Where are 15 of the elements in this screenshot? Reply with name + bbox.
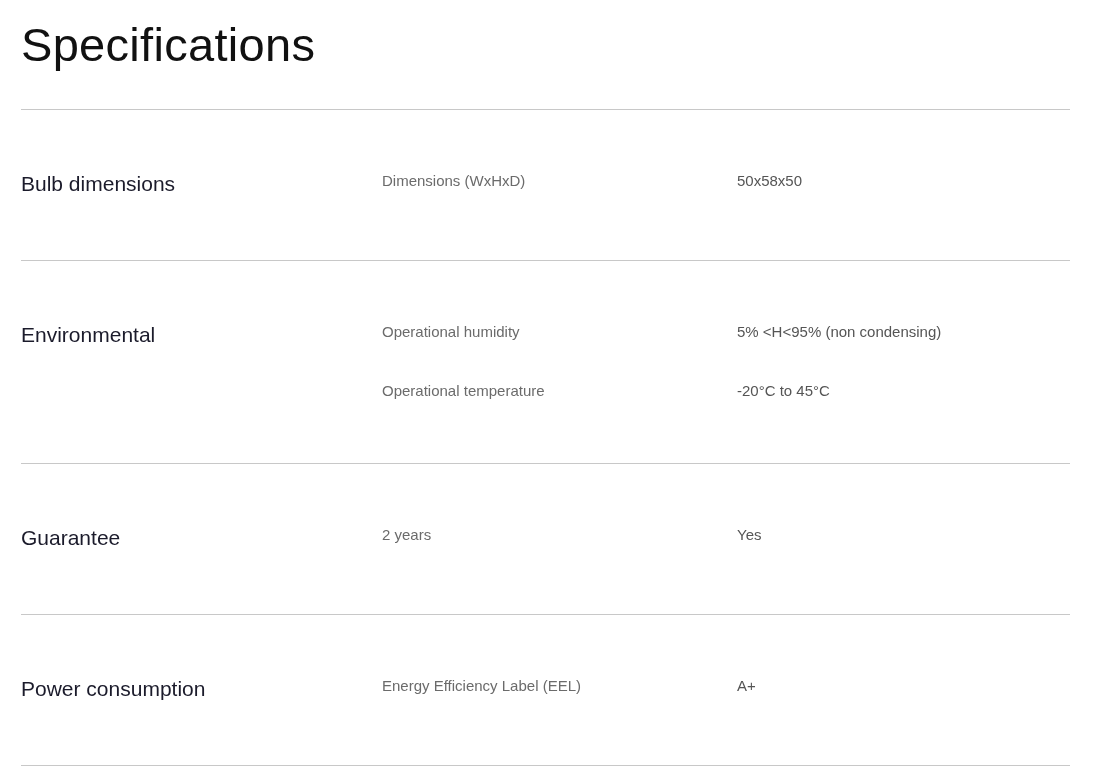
spec-value: 5% <H<95% (non condensing) (737, 322, 943, 342)
section-label: Guarantee (21, 525, 122, 551)
spec-value: -20°C to 45°C (737, 381, 831, 401)
spec-value: A+ (737, 676, 757, 696)
spec-property: Dimensions (WxHxD) (382, 171, 527, 191)
spec-property: Operational temperature (382, 381, 546, 401)
spec-property: Energy Efficiency Label (EEL) (382, 676, 582, 696)
section-label: Environmental (21, 322, 157, 348)
section-label: Bulb dimensions (21, 171, 177, 197)
spec-property: 2 years (382, 525, 433, 545)
spec-value: Yes (737, 525, 763, 545)
section-label: Power consumption (21, 676, 207, 702)
spec-value: 50x58x50 (737, 171, 804, 191)
page-title: Specifications (21, 17, 317, 73)
spec-property: Operational humidity (382, 322, 521, 342)
